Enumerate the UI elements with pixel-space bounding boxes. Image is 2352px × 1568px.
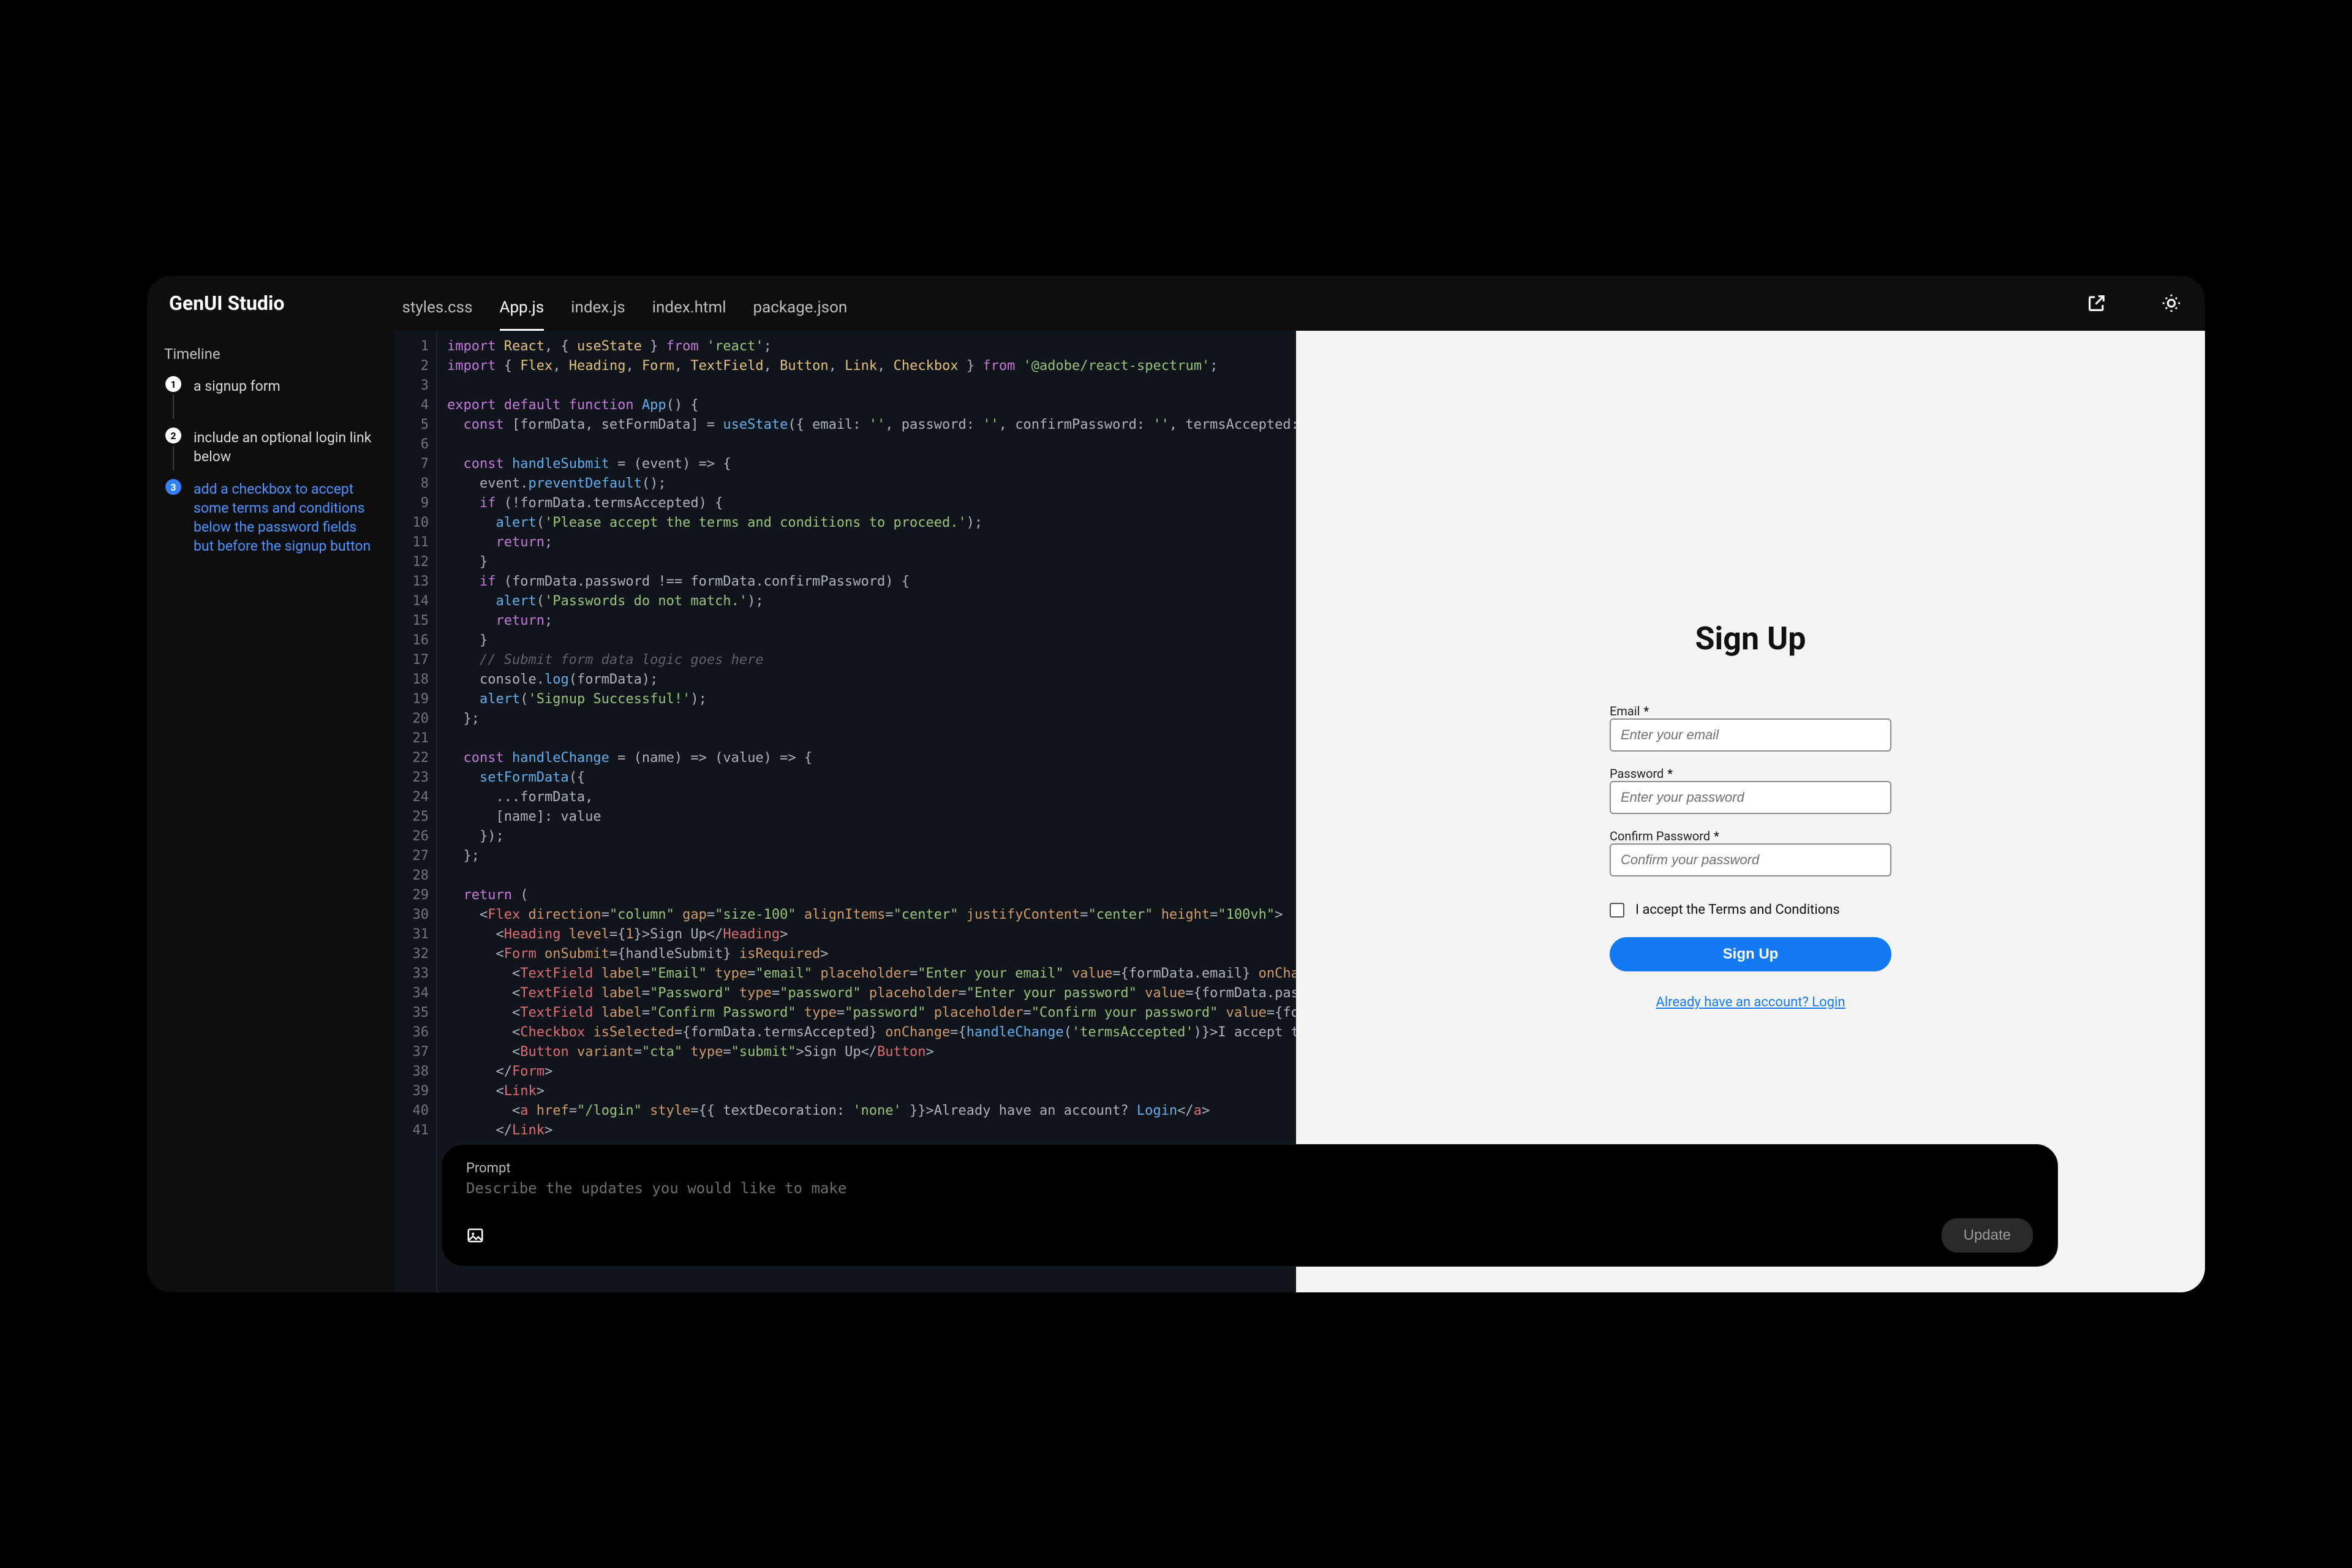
timeline-item-2[interactable]: 2include an optional login link below — [164, 428, 377, 470]
file-tabs: styles.css App.js index.js index.html packag… — [321, 276, 847, 331]
tab-styles-css[interactable]: styles.css — [402, 298, 472, 331]
email-field[interactable] — [1610, 718, 1891, 752]
timeline-item-1[interactable]: 1a signup form — [164, 376, 377, 419]
password-label: Password* — [1610, 766, 1891, 781]
timeline-item-label: add a checkbox to accept some terms and … — [194, 479, 377, 556]
timeline-title: Timeline — [164, 345, 377, 363]
password-field[interactable] — [1610, 781, 1891, 814]
timeline-item-label: a signup form — [194, 376, 281, 419]
theme-toggle-icon[interactable] — [2160, 292, 2183, 315]
signup-form: Email* Password* Confirm Password* — [1610, 704, 1891, 1010]
tab-index-html[interactable]: index.html — [652, 298, 726, 331]
prompt-input[interactable] — [466, 1180, 2033, 1218]
tab-index-js[interactable]: index.js — [571, 298, 625, 331]
timeline-item-label: include an optional login link below — [194, 428, 377, 470]
timeline-item-3[interactable]: 3add a checkbox to accept some terms and… — [164, 479, 377, 556]
prompt-label: Prompt — [466, 1161, 2033, 1176]
share-icon[interactable] — [2085, 292, 2108, 315]
tab-app-js[interactable]: App.js — [500, 298, 545, 331]
prompt-bar: Prompt Update — [441, 1144, 2058, 1267]
signup-button[interactable]: Sign Up — [1610, 937, 1891, 971]
terms-checkbox[interactable] — [1610, 903, 1624, 918]
image-attach-icon[interactable] — [466, 1226, 484, 1245]
confirm-password-field[interactable] — [1610, 843, 1891, 876]
preview-title: Sign Up — [1695, 620, 1806, 657]
update-button[interactable]: Update — [1942, 1218, 2033, 1253]
confirm-password-label: Confirm Password* — [1610, 829, 1891, 843]
login-link[interactable]: Already have an account? Login — [1610, 995, 1891, 1010]
terms-label: I accept the Terms and Conditions — [1635, 902, 1840, 918]
brand: GenUI Studio — [169, 292, 284, 315]
sidebar: Timeline 1a signup form 2include an optio… — [147, 331, 394, 1292]
app-window: GenUI Studio styles.css App.js index.js ind… — [147, 276, 2205, 1292]
tab-package-json[interactable]: package.json — [753, 298, 848, 331]
header: GenUI Studio styles.css App.js index.js ind… — [147, 276, 2205, 331]
email-label: Email* — [1610, 704, 1891, 718]
